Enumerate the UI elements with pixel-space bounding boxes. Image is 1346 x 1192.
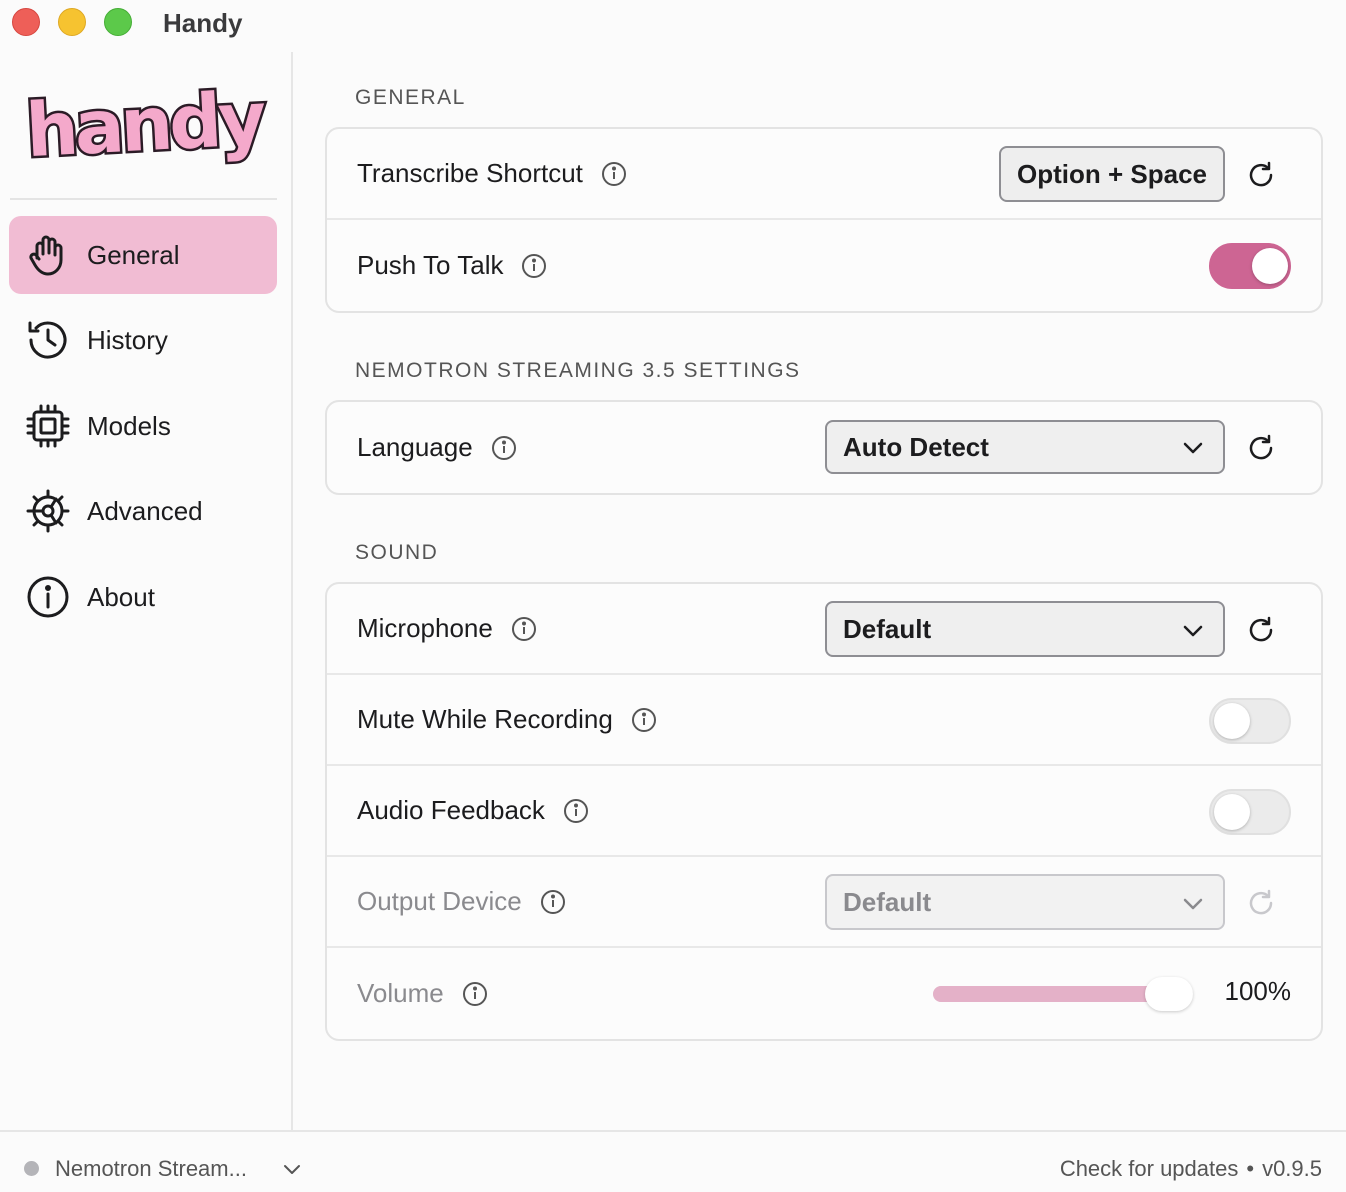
push-to-talk-label: Push To Talk [357, 250, 504, 280]
volume-value: 100% [1224, 976, 1292, 1006]
info-icon[interactable] [563, 798, 589, 824]
section-title-model-settings: NEMOTRON STREAMING 3.5 SETTINGS [355, 359, 801, 382]
minimize-window-button[interactable] [58, 8, 86, 36]
language-select-value: Auto Detect [843, 431, 989, 462]
sidebar-item-general[interactable]: General [9, 216, 277, 294]
reset-icon[interactable] [1245, 159, 1277, 191]
version-label: v0.9.5 [1262, 1156, 1322, 1181]
settings-panel: GENERAL Transcribe Shortcut Option + Spa… [295, 52, 1346, 1130]
toggle-knob [1214, 794, 1250, 830]
push-to-talk-row: Push To Talk [327, 220, 1321, 311]
mute-while-recording-label: Mute While Recording [357, 704, 613, 734]
toggle-knob [1252, 248, 1288, 284]
history-icon [25, 317, 71, 363]
info-icon[interactable] [601, 161, 627, 187]
model-selector[interactable]: Nemotron Stream... [55, 1156, 247, 1182]
info-icon[interactable] [511, 616, 537, 642]
info-icon[interactable] [540, 889, 566, 915]
close-window-button[interactable] [12, 8, 40, 36]
transcribe-shortcut-row: Transcribe Shortcut Option + Space [327, 129, 1321, 220]
mute-while-recording-row: Mute While Recording [327, 675, 1321, 766]
footer-right: Check for updates • v0.9.5 [1060, 1156, 1322, 1182]
output-device-select-value: Default [843, 886, 932, 917]
reset-icon[interactable] [1245, 887, 1277, 919]
language-label: Language [357, 432, 473, 462]
section-title-sound: SOUND [355, 541, 439, 564]
sidebar-item-history[interactable]: History [9, 301, 277, 379]
sidebar-item-label: Models [87, 410, 171, 441]
sidebar-item-label: General [87, 239, 180, 270]
microphone-label: Microphone [357, 613, 493, 643]
handy-logo: handy [21, 78, 269, 177]
chevron-down-icon [1183, 442, 1203, 454]
audio-feedback-row: Audio Feedback [327, 766, 1321, 857]
slider-fill [933, 986, 1169, 1002]
sidebar-item-label: History [87, 324, 168, 355]
maximize-window-button[interactable] [104, 8, 132, 36]
microphone-row: Microphone Default [327, 584, 1321, 675]
footer: Nemotron Stream... Check for updates • v0.… [0, 1130, 1346, 1192]
language-select[interactable]: Auto Detect [825, 420, 1225, 474]
general-card: Transcribe Shortcut Option + Space Push … [325, 127, 1323, 313]
window-title: Handy [163, 8, 243, 38]
title-bar: Handy [0, 0, 1346, 52]
hand-icon [25, 232, 71, 278]
volume-label: Volume [357, 978, 444, 1008]
sidebar-divider [10, 198, 277, 200]
reset-icon[interactable] [1245, 432, 1277, 464]
language-row: Language Auto Detect [327, 402, 1321, 493]
info-icon[interactable] [631, 707, 657, 733]
output-device-select[interactable]: Default [825, 874, 1225, 930]
audio-feedback-toggle[interactable] [1209, 789, 1291, 835]
mute-while-recording-toggle[interactable] [1209, 698, 1291, 744]
info-icon[interactable] [521, 253, 547, 279]
output-device-label: Output Device [357, 886, 522, 916]
sidebar-item-models[interactable]: Models [9, 387, 277, 465]
microphone-select[interactable]: Default [825, 601, 1225, 657]
info-icon [25, 574, 71, 620]
gear-icon [25, 488, 71, 534]
sidebar-item-label: About [87, 581, 155, 612]
microphone-select-value: Default [843, 613, 932, 644]
info-icon[interactable] [462, 981, 488, 1007]
toggle-knob [1214, 703, 1250, 739]
model-settings-card: Language Auto Detect [325, 400, 1323, 495]
chip-icon [25, 403, 71, 449]
chevron-down-icon[interactable] [282, 1159, 302, 1179]
info-icon[interactable] [491, 435, 517, 461]
sidebar: handy General History Models Advanced Ab… [0, 52, 293, 1130]
check-for-updates-link[interactable]: Check for updates [1060, 1156, 1239, 1181]
sidebar-item-label: Advanced [87, 495, 203, 526]
shortcut-button[interactable]: Option + Space [999, 146, 1225, 202]
slider-thumb[interactable] [1145, 977, 1193, 1011]
section-title-general: GENERAL [355, 86, 466, 109]
sidebar-item-about[interactable]: About [9, 558, 277, 636]
sidebar-item-advanced[interactable]: Advanced [9, 472, 277, 550]
chevron-down-icon [1183, 625, 1203, 637]
transcribe-shortcut-label: Transcribe Shortcut [357, 158, 583, 188]
push-to-talk-toggle[interactable] [1209, 243, 1291, 289]
output-device-row: Output Device Default [327, 857, 1321, 948]
chevron-down-icon [1183, 898, 1203, 910]
volume-slider[interactable] [933, 977, 1193, 1011]
svg-text:handy: handy [24, 78, 267, 174]
sound-card: Microphone Default Mute While Recording … [325, 582, 1323, 1041]
footer-separator: • [1246, 1156, 1255, 1181]
audio-feedback-label: Audio Feedback [357, 795, 545, 825]
volume-row: Volume 100% [327, 948, 1321, 1039]
reset-icon[interactable] [1245, 614, 1277, 646]
model-status-dot [24, 1161, 39, 1176]
